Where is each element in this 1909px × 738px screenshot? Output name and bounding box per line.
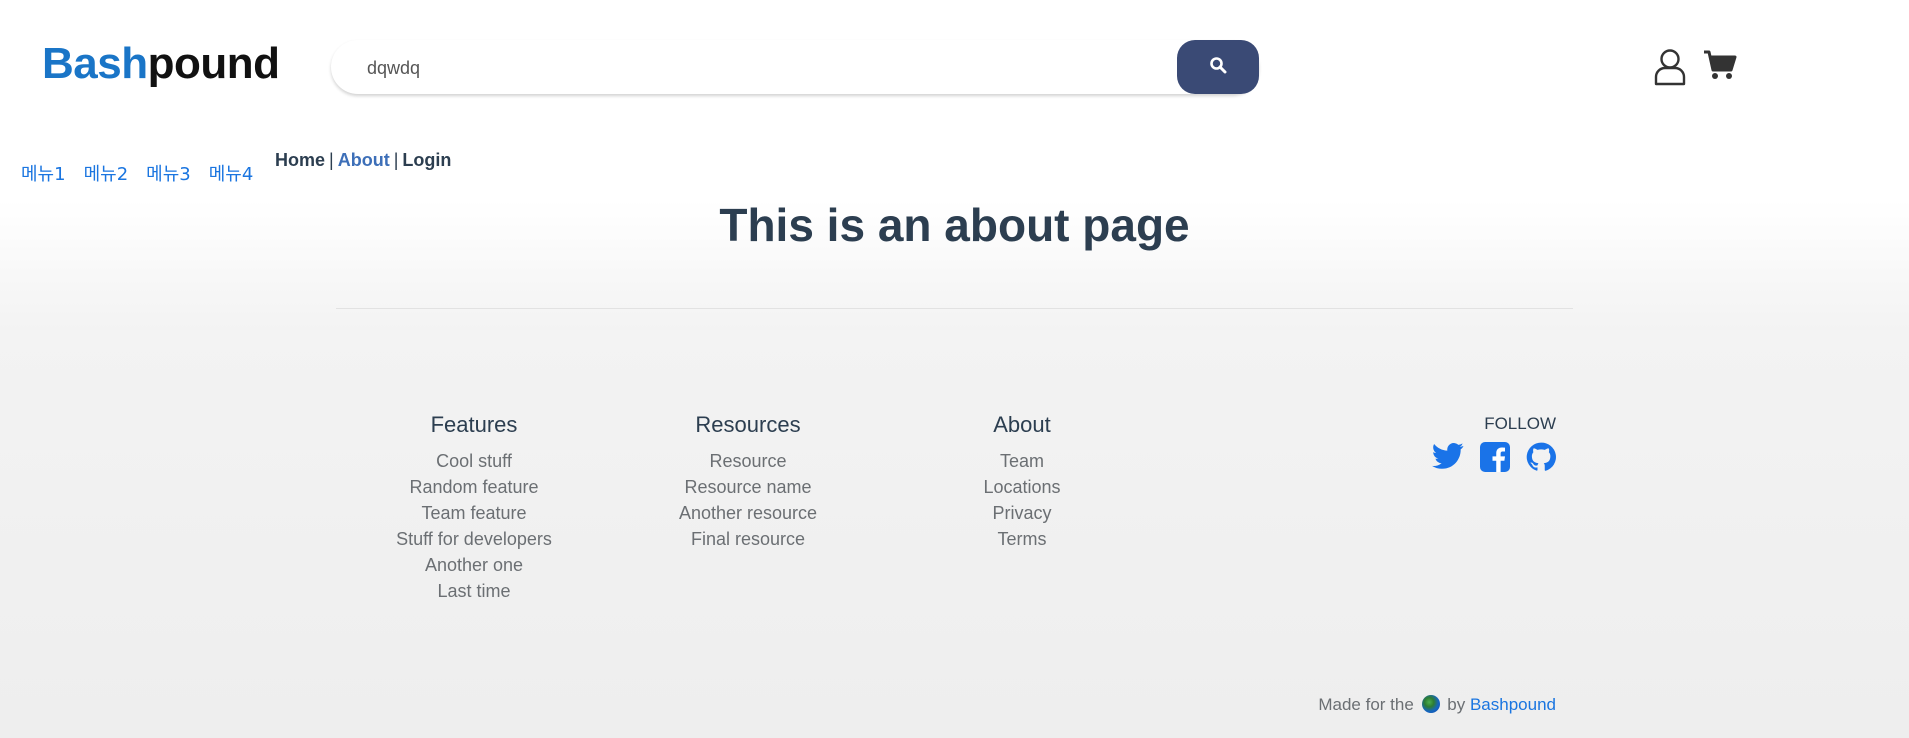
footer-link[interactable]: Last time [437, 581, 510, 601]
social-icons [1420, 442, 1556, 477]
nav-about[interactable]: About [338, 150, 390, 170]
header: Bashpound [0, 0, 1909, 140]
globe-icon [1421, 695, 1440, 713]
footer-link[interactable]: Resource [709, 451, 786, 471]
footer-about-title: About [993, 412, 1051, 437]
footer-link[interactable]: Another one [425, 555, 523, 575]
github-icon[interactable] [1526, 442, 1556, 477]
footer-about: About Team Locations Privacy Terms [962, 412, 1082, 552]
footer-resources: Resources Resource Resource name Another… [672, 412, 824, 552]
footer-link[interactable]: Cool stuff [436, 451, 512, 471]
footer-link[interactable]: Team [1000, 451, 1044, 471]
footer-link[interactable]: Another resource [679, 503, 817, 523]
footer-resources-title: Resources [695, 412, 801, 437]
nav-home[interactable]: Home [275, 150, 325, 170]
footer-features-title: Features [430, 412, 518, 437]
footer-link[interactable]: Terms [998, 529, 1047, 549]
footer-link[interactable]: Stuff for developers [396, 529, 552, 549]
side-menu-item-3[interactable]: 메뉴3 [146, 160, 191, 186]
twitter-icon[interactable] [1432, 442, 1464, 477]
made-by-by: by [1447, 695, 1466, 714]
search-input[interactable] [365, 40, 1149, 96]
facebook-icon[interactable] [1480, 442, 1510, 477]
footer-features: Features Cool stuff Random feature Team … [396, 412, 552, 604]
page-title: This is an about page [719, 199, 1190, 251]
nav-separator: | [393, 150, 399, 170]
search-icon [1209, 56, 1227, 79]
user-icon[interactable] [1653, 48, 1687, 91]
footer-link[interactable]: Locations [983, 477, 1060, 497]
logo[interactable]: Bashpound [42, 38, 280, 90]
nav-separator: | [329, 150, 334, 170]
cart-icon[interactable] [1703, 48, 1737, 91]
search-button[interactable] [1177, 40, 1259, 94]
made-by-prefix: Made for the [1318, 695, 1414, 714]
made-by: Made for the by Bashpound [1318, 695, 1556, 715]
side-menu-item-4[interactable]: 메뉴4 [209, 160, 254, 186]
nav-login[interactable]: Login [402, 150, 451, 170]
made-by-link[interactable]: Bashpound [1470, 695, 1556, 714]
footer-link[interactable]: Team feature [421, 503, 526, 523]
side-menu-item-1[interactable]: 메뉴1 [21, 160, 66, 186]
top-nav: Home | About | Login [275, 150, 451, 171]
side-menu: 메뉴1 메뉴2 메뉴3 메뉴4 [21, 160, 253, 186]
search-bar [331, 40, 1259, 96]
footer-link[interactable]: Privacy [992, 503, 1051, 523]
follow-label: FOLLOW [1484, 414, 1556, 433]
footer-link[interactable]: Random feature [409, 477, 538, 497]
side-menu-item-2[interactable]: 메뉴2 [84, 160, 129, 186]
footer-follow: FOLLOW [1420, 414, 1556, 477]
divider [336, 308, 1573, 309]
footer-link[interactable]: Resource name [684, 477, 811, 497]
footer-link[interactable]: Final resource [691, 529, 805, 549]
header-actions [1653, 48, 1737, 91]
